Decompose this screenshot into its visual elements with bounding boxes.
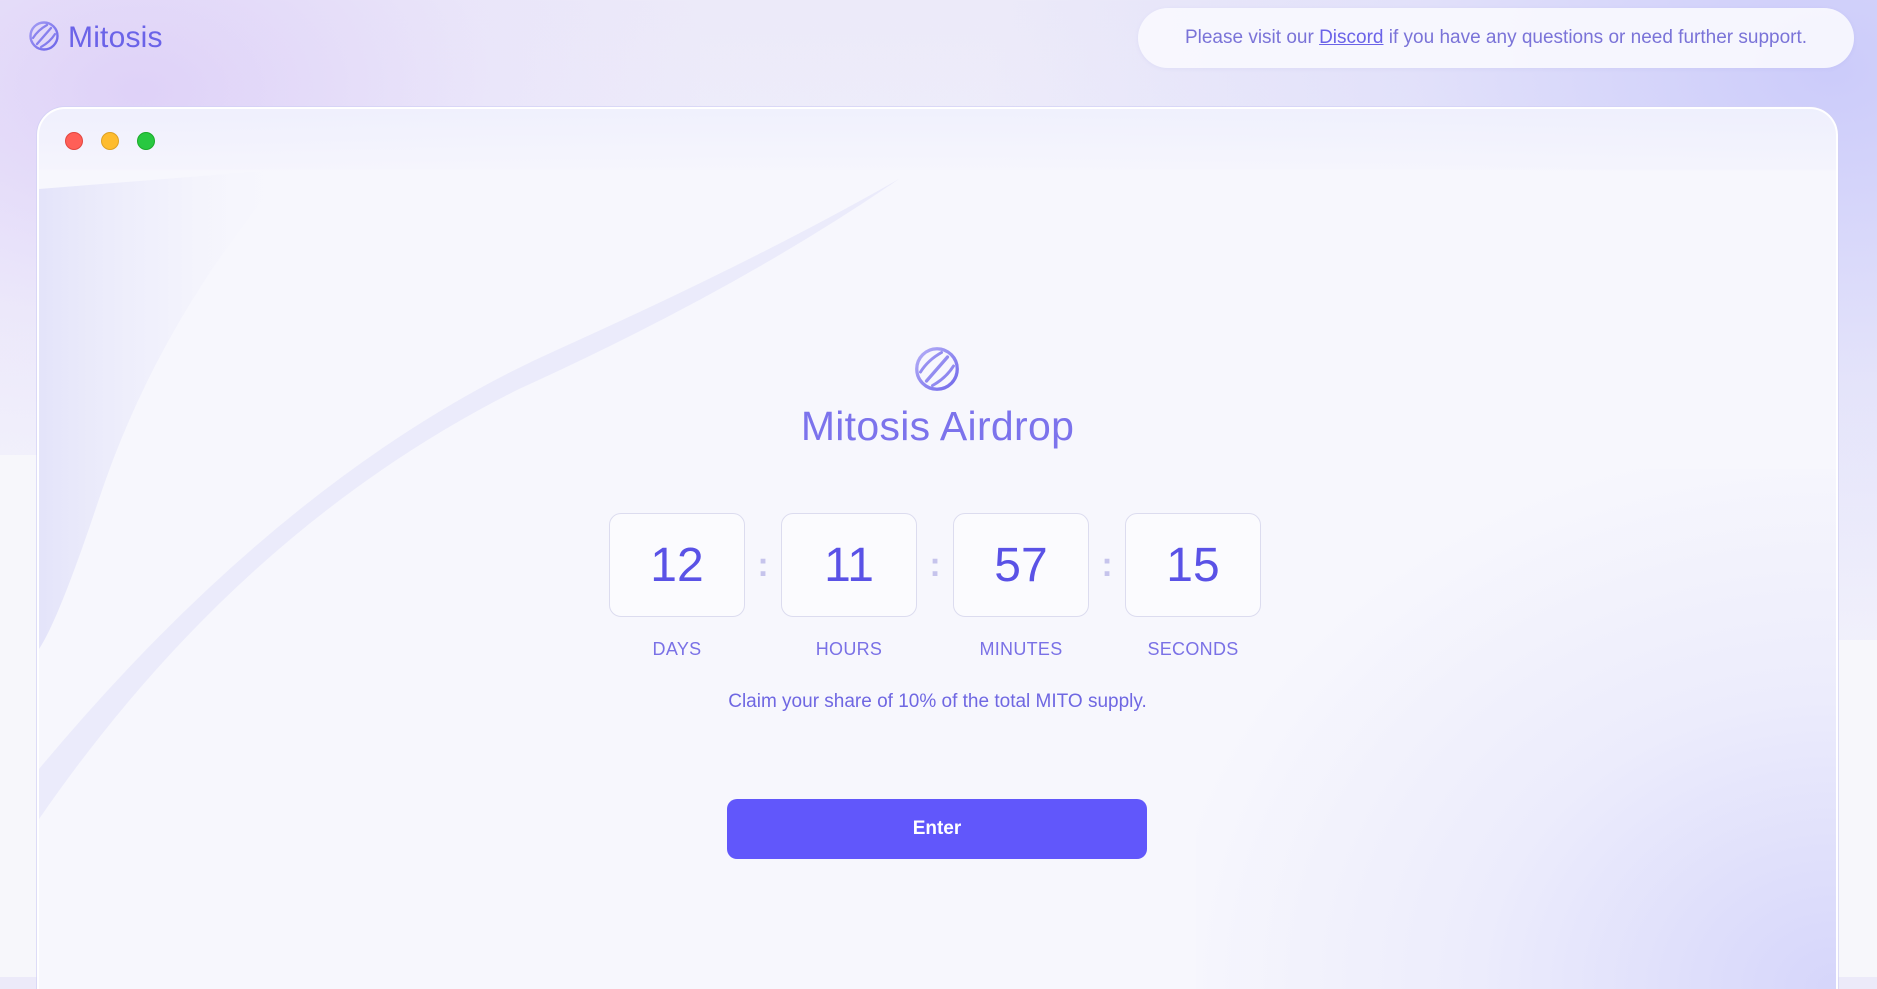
countdown-separator: : <box>929 546 941 584</box>
brand-logo[interactable]: Mitosis <box>28 20 163 56</box>
countdown-seconds-value: 15 <box>1125 513 1261 617</box>
enter-button[interactable]: Enter <box>727 799 1147 859</box>
browser-window: Mitosis Airdrop 12 : 11 : 57 : 15 DAYS H… <box>37 107 1838 989</box>
countdown-separator: : <box>1101 546 1113 584</box>
page-title: Mitosis Airdrop <box>800 403 1075 449</box>
countdown-days-value: 12 <box>609 513 745 617</box>
background-panel-right <box>1832 640 1877 977</box>
countdown-minutes-value: 57 <box>953 513 1089 617</box>
support-text-suffix: if you have any questions or need furthe… <box>1383 27 1808 48</box>
countdown-hours-label: HOURS <box>815 639 883 659</box>
countdown-separator: : <box>757 546 769 584</box>
brand-name: Mitosis <box>68 21 163 54</box>
discord-link[interactable]: Discord <box>1319 27 1383 49</box>
airdrop-panel: Mitosis Airdrop 12 : 11 : 57 : 15 DAYS H… <box>39 109 1836 989</box>
mitosis-orb-icon <box>913 345 961 393</box>
countdown-labels: DAYS HOURS MINUTES SECONDS <box>609 639 1265 660</box>
mitosis-orb-icon <box>28 20 60 57</box>
countdown-seconds-label: SECONDS <box>1147 639 1239 659</box>
claim-description: Claim your share of 10% of the total MIT… <box>728 691 1147 712</box>
countdown-minutes-label: MINUTES <box>979 639 1063 659</box>
countdown-hours-value: 11 <box>781 513 917 617</box>
countdown-timer: 12 : 11 : 57 : 15 <box>609 511 1265 619</box>
countdown-days-label: DAYS <box>652 639 702 659</box>
support-banner: Please visit our Discord if you have any… <box>1138 8 1854 68</box>
background-panel-left <box>0 455 40 977</box>
support-text-prefix: Please visit our <box>1184 27 1320 48</box>
